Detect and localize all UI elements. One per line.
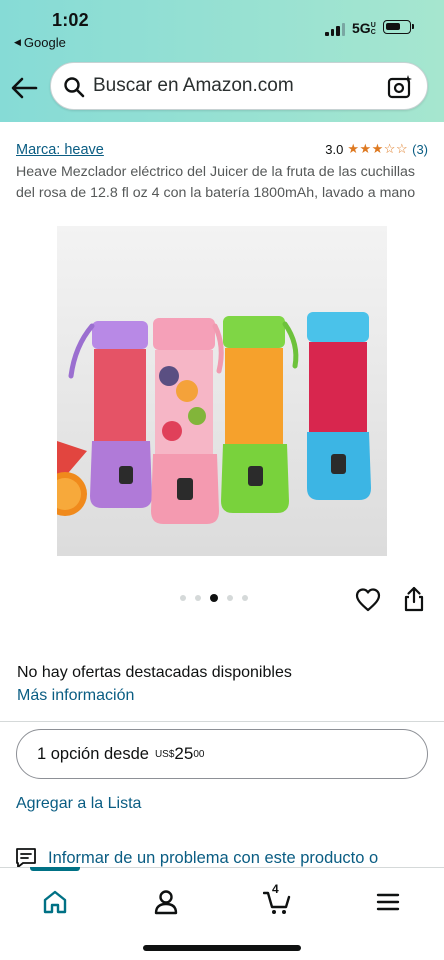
app-header: 1:02 ◀ Google 5GUC [0,0,444,122]
more-info-link[interactable]: Más información [17,687,134,705]
add-to-list-link[interactable]: Agregar a la Lista [16,795,141,813]
price-whole: 25 [174,744,194,763]
rating-stars-icon: ★★★☆☆ [347,141,409,156]
back-arrow-icon[interactable] [10,75,38,101]
search-input[interactable] [93,65,383,107]
battery-icon [383,20,414,34]
search-bar[interactable] [50,62,428,110]
price-currency: US$ [154,748,175,760]
tab-menu[interactable] [368,882,408,922]
home-icon [43,890,67,914]
rating-value: 3.0 [325,141,344,157]
cart-count-badge: 4 [272,882,279,896]
back-triangle-icon: ◀ [14,37,21,47]
active-tab-indicator [30,867,80,871]
cellular-signal-icon [325,22,347,36]
home-indicator[interactable] [143,945,301,951]
back-to-app-link[interactable]: ◀ Google [14,35,66,50]
pager-dot-active[interactable] [210,594,218,602]
no-offers-message: No hay ofertas destacadas disponibles [17,664,292,681]
back-app-label: Google [23,35,66,50]
pager-dot[interactable] [195,595,201,601]
camera-search-icon[interactable] [387,74,413,100]
network-suffix: UC [370,22,376,37]
brand-link[interactable]: Marca: heave [16,142,104,158]
price-cents: 00 [193,748,205,760]
hamburger-menu-icon [376,893,400,911]
image-pager[interactable] [180,594,248,602]
product-image[interactable] [57,226,387,556]
product-title: Heave Mezclador eléctrico del Juicer de … [16,164,416,201]
network-type: 5GUC [352,20,377,36]
pager-dot[interactable] [180,595,186,601]
heart-icon[interactable] [355,587,381,613]
product-rating[interactable]: 3.0 ★★★☆☆ (3) [325,141,428,157]
report-label: Informar de un problema con este product… [48,848,379,867]
pager-dot[interactable] [227,595,233,601]
buying-options-button[interactable]: 1 opción desde US$ 25 00 [16,729,428,779]
status-time: 1:02 [52,10,89,30]
tab-cart[interactable]: 4 [257,882,297,922]
pager-dot[interactable] [242,595,248,601]
section-divider [0,721,444,722]
network-label: 5G [352,20,371,36]
rating-count[interactable]: (3) [412,142,428,157]
tab-home[interactable] [35,882,75,922]
tab-account[interactable] [146,882,186,922]
share-icon[interactable] [402,586,426,612]
option-label: 1 opción desde [37,744,149,763]
user-icon [154,890,178,915]
search-icon [64,77,85,98]
